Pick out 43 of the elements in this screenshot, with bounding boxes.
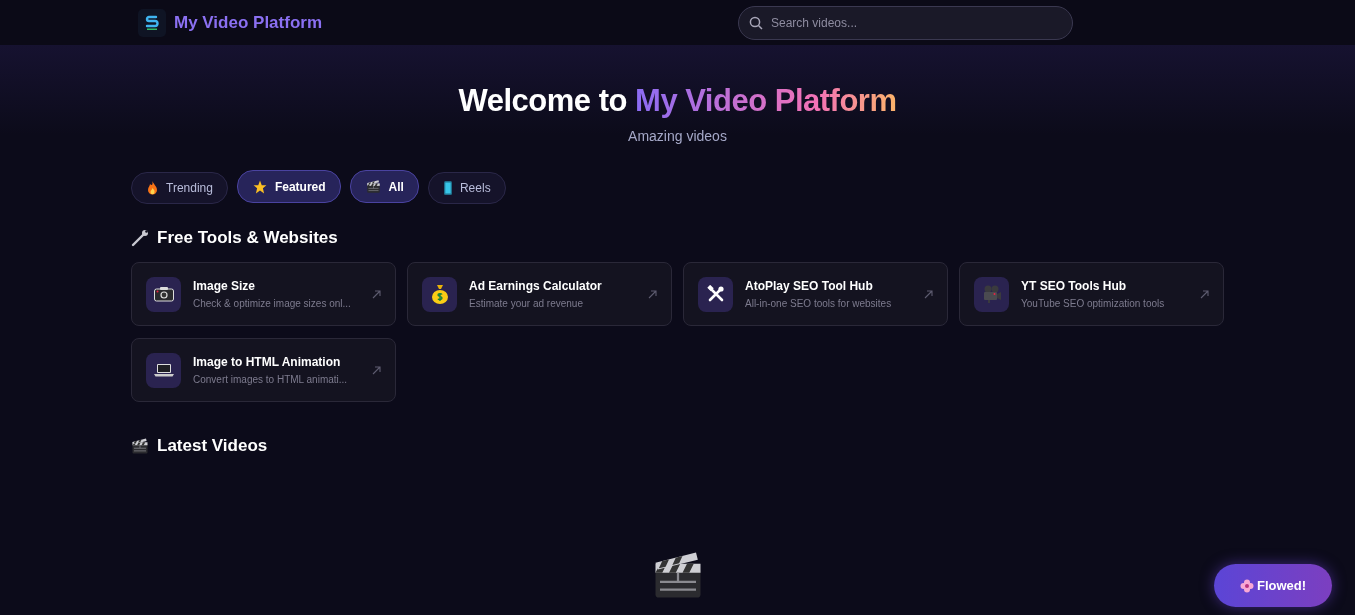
filter-chip[interactable]: All: [349, 170, 419, 203]
tool-description: Check & optimize image sizes onl...: [193, 298, 352, 309]
tool-description: Estimate your ad revenue: [469, 298, 584, 309]
tool-description: All-in-one SEO tools for websites: [745, 298, 893, 309]
laptop-icon: [153, 363, 174, 377]
filter-chip[interactable]: Reels: [427, 172, 506, 204]
hero-subtitle: Amazing videos: [627, 128, 728, 144]
tools-icon: [706, 285, 725, 303]
clapperboard-icon: [365, 179, 381, 194]
external-link-icon: [648, 289, 657, 299]
clapperboard-icon: [131, 437, 149, 455]
phone-icon: [443, 181, 452, 195]
tool-card[interactable]: Image to HTML Animation Convert images to HTML animati...: [131, 338, 396, 402]
flower-icon: [1239, 578, 1254, 593]
fire-icon: [147, 181, 158, 195]
tool-name: Image Size: [193, 279, 257, 293]
external-link-icon: [372, 365, 381, 375]
tool-name: AtoPlay SEO Tool Hub: [745, 279, 874, 293]
tool-card[interactable]: AtoPlay SEO Tool Hub All-in-one SEO tools for websites: [683, 262, 948, 326]
external-link-icon: [372, 289, 381, 299]
tool-description: Convert images to HTML animati...: [193, 374, 349, 385]
tool-name: Image to HTML Animation: [193, 355, 342, 369]
camera-icon: [153, 286, 174, 302]
star-icon: [252, 179, 267, 194]
tool-card[interactable]: Ad Earnings Calculator Estimate your ad revenue: [407, 262, 672, 326]
section-title: Latest Videos: [157, 436, 268, 456]
tool-card[interactable]: YT SEO Tools Hub YouTube SEO optimization tools: [959, 262, 1224, 326]
tool-name: Ad Earnings Calculator: [469, 279, 603, 293]
logo-icon: [138, 8, 166, 37]
filter-chip[interactable]: Trending: [131, 172, 228, 204]
tool-description: YouTube SEO optimization tools: [1021, 298, 1166, 309]
external-link-icon: [1200, 289, 1209, 299]
wrench-icon: [131, 229, 149, 247]
tool-name: YT SEO Tools Hub: [1021, 279, 1128, 293]
brand-name[interactable]: My Video Platform: [174, 12, 322, 33]
flowed-button[interactable]: Flowed!: [1214, 564, 1332, 607]
money-bag-icon: [430, 284, 449, 304]
search-field[interactable]: Search videos...: [738, 5, 1073, 40]
filter-chip[interactable]: Featured: [236, 170, 341, 203]
movie-camera-icon: [981, 285, 1002, 303]
tool-card[interactable]: Image Size Check & optimize image sizes onl...: [131, 262, 396, 326]
section-title: Free Tools & Websites: [157, 228, 338, 248]
external-link-icon: [924, 289, 933, 299]
